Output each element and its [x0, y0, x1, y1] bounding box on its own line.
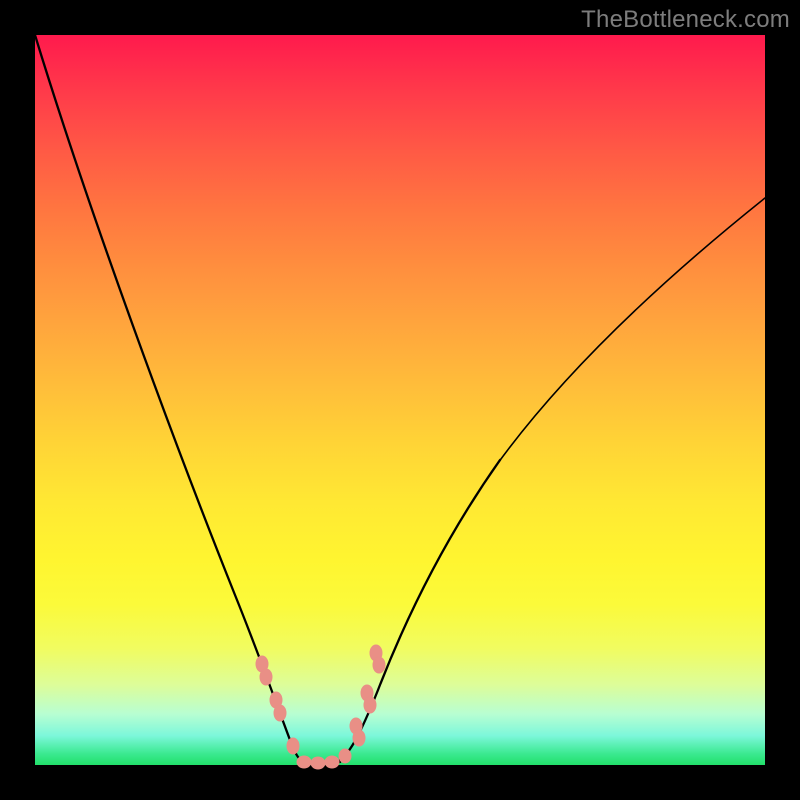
curve-right-branch-lower — [336, 460, 500, 762]
curve-right-branch-upper — [498, 198, 765, 463]
marker-dot — [287, 738, 299, 754]
marker-dot — [260, 669, 272, 685]
marker-dot — [297, 756, 311, 768]
marker-dot — [373, 657, 385, 673]
curve-left-branch — [35, 35, 306, 762]
marker-dot — [311, 757, 325, 769]
marker-dot — [364, 697, 376, 713]
marker-dot — [339, 749, 351, 763]
marker-dot — [353, 730, 365, 746]
chart-frame: TheBottleneck.com — [0, 0, 800, 800]
marker-dot — [274, 705, 286, 721]
curve-layer — [0, 0, 800, 800]
marker-group — [256, 645, 385, 769]
marker-dot — [325, 756, 339, 768]
